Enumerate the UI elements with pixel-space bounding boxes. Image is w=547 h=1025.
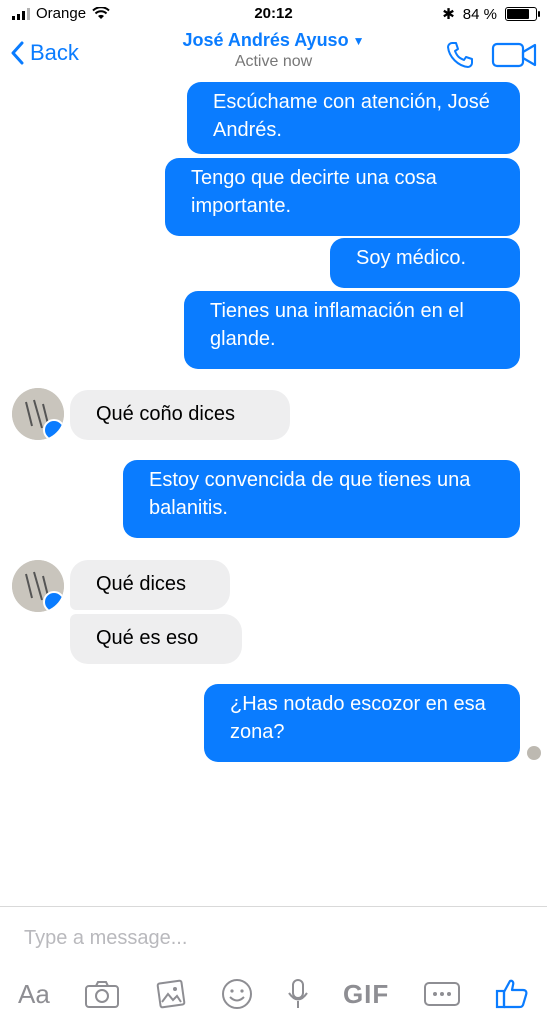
message-text: Tengo que decirte una cosa importante. xyxy=(191,167,437,217)
message-text: Qué coño dices xyxy=(96,403,235,425)
message-bubble-outgoing[interactable]: ¿Has notado escozor en esa zona? xyxy=(204,684,520,762)
contact-name: José Andrés Ayuso xyxy=(182,30,349,50)
message-input[interactable]: Type a message... xyxy=(24,927,187,950)
bluetooth-icon: ✱ xyxy=(442,6,455,23)
message-bubble-outgoing[interactable]: Tengo que decirte una cosa importante. xyxy=(165,158,520,236)
message-text: Estoy convencida de que tienes una balan… xyxy=(149,469,471,519)
status-bar: Orange 20:12 ✱ 84 % xyxy=(0,0,547,30)
phone-icon[interactable] xyxy=(445,40,475,70)
composer-toolbar: Aa GIF xyxy=(0,969,547,1019)
message-text: Escúchame con atención, José Andrés. xyxy=(213,91,490,141)
composer: Type a message... Aa GIF xyxy=(0,906,547,1025)
message-text: Soy médico. xyxy=(356,247,467,269)
seen-receipt-avatar xyxy=(527,746,541,760)
message-text: Qué dices xyxy=(96,573,187,595)
emoji-icon[interactable] xyxy=(221,978,253,1010)
camera-icon[interactable] xyxy=(84,979,120,1009)
gif-button[interactable]: GIF xyxy=(343,979,389,1010)
text-format-button[interactable]: Aa xyxy=(18,979,50,1010)
message-text: Qué es eso xyxy=(96,627,199,649)
video-call-icon[interactable] xyxy=(491,41,537,69)
message-text: Tienes una inflamación en el glande. xyxy=(210,300,464,350)
chat-header: José Andrés Ayuso ▼ Active now Back xyxy=(0,30,547,86)
back-button[interactable]: Back xyxy=(10,40,79,66)
message-bubble-outgoing[interactable]: Tienes una inflamación en el glande. xyxy=(184,291,520,369)
message-bubble-outgoing[interactable]: Soy médico. xyxy=(330,238,520,288)
caret-down-icon: ▼ xyxy=(352,34,365,49)
header-actions xyxy=(445,40,537,70)
contact-avatar[interactable] xyxy=(12,560,64,612)
message-bubble-incoming[interactable]: Qué es eso xyxy=(70,614,242,664)
chevron-left-icon xyxy=(11,41,24,65)
message-bubble-incoming[interactable]: Qué dices xyxy=(70,560,230,610)
messenger-badge-icon xyxy=(43,591,64,612)
gallery-icon[interactable] xyxy=(153,978,187,1010)
message-bubble-incoming[interactable]: Qué coño dices xyxy=(70,390,290,440)
back-label: Back xyxy=(30,40,79,65)
like-thumbs-up-icon[interactable] xyxy=(495,977,529,1011)
microphone-icon[interactable] xyxy=(287,978,309,1010)
message-thread[interactable]: Escúchame con atención, José Andrés. Ten… xyxy=(0,82,547,906)
battery-icon xyxy=(505,7,540,21)
more-options-icon[interactable] xyxy=(423,981,461,1007)
status-right: ✱ 84 % xyxy=(442,5,540,23)
messenger-badge-icon xyxy=(43,419,64,440)
message-bubble-outgoing[interactable]: Estoy convencida de que tienes una balan… xyxy=(123,460,520,538)
battery-percent: 84 % xyxy=(462,5,497,23)
message-bubble-outgoing[interactable]: Escúchame con atención, José Andrés. xyxy=(187,82,520,154)
message-text: ¿Has notado escozor en esa zona? xyxy=(230,693,486,743)
contact-avatar[interactable] xyxy=(12,388,64,440)
